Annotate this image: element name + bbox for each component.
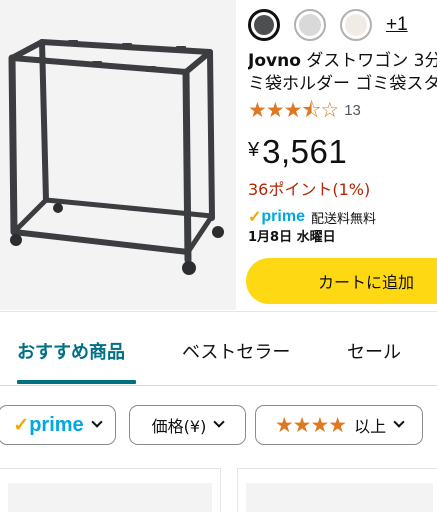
section-divider <box>0 311 437 312</box>
product-card: +1 Jovno ダストワゴン 3分 ミ袋ホルダー ゴミ袋スタ ★★★⯪☆ 13… <box>0 0 437 312</box>
prime-logo: ✓ prime <box>13 414 83 437</box>
filter-prime-chip[interactable]: ✓ prime <box>0 405 116 445</box>
product-title[interactable]: Jovno ダストワゴン 3分 ミ袋ホルダー ゴミ袋スタ <box>248 50 437 96</box>
chevron-down-icon <box>213 416 225 428</box>
free-shipping-label: 配送料無料 <box>310 211 376 227</box>
chevron-down-icon <box>91 416 103 428</box>
add-to-cart-label: カートに追加 <box>318 273 415 292</box>
chevron-down-icon <box>393 416 405 428</box>
product-title-line1: ダストワゴン 3分 <box>300 51 437 71</box>
filter-price-chip[interactable]: 価格(¥) <box>129 405 246 445</box>
filter-rating-chip[interactable]: ★★★★ 以上 <box>255 405 423 445</box>
product-thumbnail[interactable] <box>0 468 221 512</box>
product-brand: Jovno <box>248 51 301 71</box>
product-image[interactable] <box>0 0 236 310</box>
add-to-cart-button[interactable]: カートに追加 <box>246 258 437 304</box>
thumbnail-image <box>8 483 212 512</box>
rating-filter-label: 以上 <box>354 417 387 436</box>
product-rating[interactable]: ★★★⯪☆ 13 <box>248 98 361 122</box>
rating-stars-icon: ★★★⯪☆ <box>248 98 339 122</box>
dust-wagon-illustration <box>8 39 224 275</box>
rating-count: 13 <box>344 101 361 119</box>
tabs-divider <box>0 385 437 386</box>
tab-recommended[interactable]: おすすめ商品 <box>17 330 125 376</box>
price-filter-label: 価格(¥) <box>151 417 207 436</box>
prime-check-icon: ✓ <box>248 209 262 226</box>
price-amount: 3,561 <box>262 133 348 170</box>
prime-label: prime <box>261 208 305 225</box>
prime-check-icon: ✓ <box>13 414 30 436</box>
prime-filter-label: prime <box>29 413 84 436</box>
tab-sale[interactable]: セール <box>347 330 401 376</box>
thumbnail-image <box>246 483 433 512</box>
product-thumbnail[interactable] <box>237 468 437 512</box>
prime-shipping-row: ✓ prime 配送料無料 <box>248 206 376 228</box>
prime-logo: ✓ prime <box>248 207 305 227</box>
swatch-light-grey[interactable] <box>294 9 326 41</box>
active-tab-indicator <box>17 380 136 384</box>
more-swatches-link[interactable]: +1 <box>386 14 408 36</box>
color-swatches: +1 <box>248 8 408 42</box>
tab-bestsellers[interactable]: ベストセラー <box>182 330 290 376</box>
delivery-date: 1月8日 水曜日 <box>248 230 336 245</box>
four-stars-icon: ★★★★ <box>274 413 347 437</box>
swatch-dark-grey[interactable] <box>248 9 280 41</box>
price-symbol: ¥ <box>248 139 260 161</box>
product-price: ¥3,561 <box>248 132 347 179</box>
swatch-cream[interactable] <box>340 9 372 41</box>
product-title-line2: ミ袋ホルダー ゴミ袋スタ <box>248 74 437 94</box>
category-tabs: おすすめ商品 ベストセラー セール <box>0 330 437 384</box>
points-label: 36ポイント(1%) <box>248 180 371 199</box>
